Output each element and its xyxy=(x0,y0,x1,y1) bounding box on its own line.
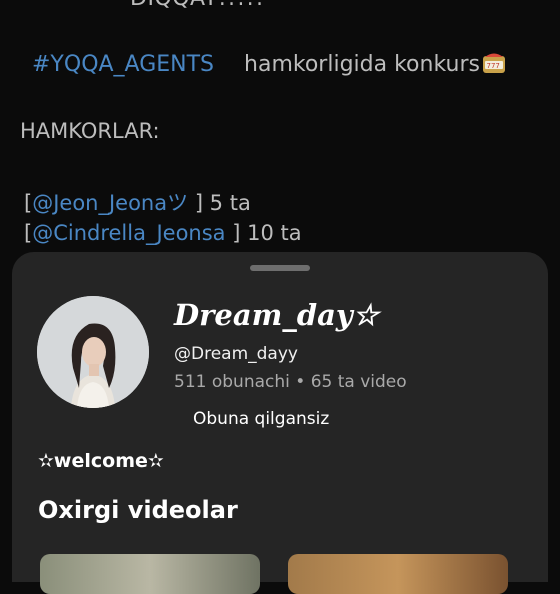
slot-machine-icon: 777 xyxy=(482,52,506,74)
channel-bottom-sheet: Dream_day☆ @Dream_dayy 511 obunachi • 65… xyxy=(12,252,548,594)
channel-stats: 511 obunachi • 65 ta video xyxy=(174,372,407,392)
channel-avatar[interactable] xyxy=(37,296,149,408)
partner-line: [@Cindrella_Jeonsa ] 10 ta xyxy=(24,221,302,245)
sheet-drag-handle[interactable] xyxy=(250,265,310,271)
partner-handle-link[interactable]: @Cindrella_Jeonsa xyxy=(32,221,225,245)
partner-count: ] 10 ta xyxy=(232,221,302,245)
hashtag-link[interactable]: #YQQA_AGENTS xyxy=(32,52,214,77)
partner-count: ] 5 ta xyxy=(194,191,251,215)
svg-text:777: 777 xyxy=(486,62,499,70)
video-thumbnail[interactable] xyxy=(288,554,508,594)
channel-name: Dream_day☆ xyxy=(174,298,379,332)
contest-line: #YQQA_AGENTS hamkorligida konkurs 777 xyxy=(32,52,506,77)
bracket-open: [ xyxy=(24,221,33,245)
contest-text: hamkorligida konkurs xyxy=(244,52,480,77)
partner-line: [@Jeon_Jeonaツ ] 5 ta xyxy=(24,187,251,217)
subscribed-button[interactable]: Obuna qilgansiz xyxy=(193,409,329,429)
partner-handle-link[interactable]: @Jeon_Jeonaツ xyxy=(32,191,188,215)
channel-description: ✫welcome✫ xyxy=(38,450,164,472)
bracket-open: [ xyxy=(24,191,33,215)
partners-title: HAMKORLAR: xyxy=(20,119,160,143)
channel-handle: @Dream_dayy xyxy=(174,344,298,364)
recent-videos-title: Oxirgi videolar xyxy=(38,496,238,524)
post-heading: DIQQAT!!!!! xyxy=(130,0,264,11)
video-thumbnail[interactable] xyxy=(40,554,260,594)
